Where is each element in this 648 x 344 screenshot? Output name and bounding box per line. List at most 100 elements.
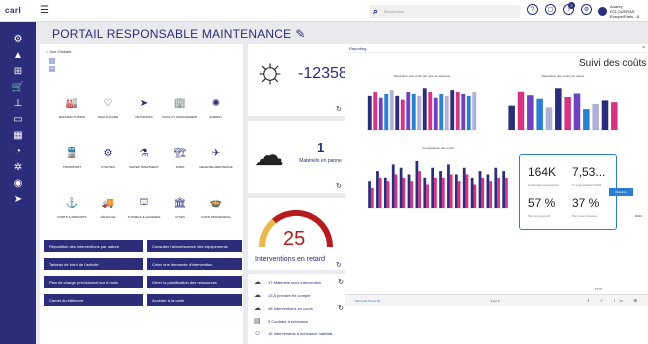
chart-bar[interactable]: [370, 187, 374, 208]
action-button[interactable]: Accéder à la carte: [147, 294, 242, 306]
chart-bar[interactable]: [536, 98, 543, 130]
chart-bar[interactable]: [472, 92, 477, 130]
summary-button[interactable]: Résumé: [609, 188, 633, 196]
collapse-button[interactable]: -: [49, 58, 55, 64]
tile[interactable]: ⚙ Utilities: [90, 145, 126, 185]
chart-bar[interactable]: [423, 177, 427, 208]
chart-bar[interactable]: [417, 95, 422, 130]
chart-bar[interactable]: [389, 90, 394, 130]
chart-bar[interactable]: [564, 96, 571, 130]
help-icon[interactable]: ?: [527, 4, 538, 15]
chart-bar[interactable]: [378, 97, 383, 130]
chart-bar[interactable]: [450, 90, 455, 130]
chart-bar[interactable]: [402, 177, 406, 208]
network-icon[interactable]: ⚙: [0, 32, 36, 48]
chart-bar[interactable]: [431, 167, 435, 208]
zoom-level[interactable]: 77 %: [595, 287, 602, 291]
tile[interactable]: ⚓ Ports & Airports: [54, 195, 90, 235]
refresh-icon[interactable]: ↻: [336, 182, 342, 190]
chart-bar[interactable]: [555, 88, 562, 130]
tile[interactable]: 🚚 Véhicule: [90, 195, 126, 235]
chart-bar[interactable]: [470, 177, 474, 208]
chart-bar[interactable]: [486, 174, 490, 208]
refresh-icon[interactable]: ↻: [336, 261, 342, 269]
chart-bar[interactable]: [428, 92, 433, 130]
close-icon[interactable]: ×: [642, 45, 645, 51]
action-button[interactable]: Carnet du bâtiment: [44, 294, 143, 306]
tile[interactable]: ✈ Defense Aerospace: [198, 145, 234, 185]
calculator-icon[interactable]: ▦: [0, 128, 36, 144]
chart-bar[interactable]: [583, 109, 590, 130]
powerbi-link[interactable]: Microsoft Power BI: [355, 299, 380, 303]
tile[interactable]: ⛫ Tunnels & Galeries: [126, 195, 162, 235]
chart-bar[interactable]: [461, 93, 466, 130]
chart-bar[interactable]: [368, 181, 371, 208]
send-icon[interactable]: ➤: [0, 192, 36, 208]
sitemap-icon[interactable]: ⊞: [0, 64, 36, 80]
tile[interactable]: 🚆 Transport: [54, 145, 90, 185]
list-item[interactable]: ▤ 0 Contrats à échéance: [254, 317, 344, 325]
cart-icon[interactable]: 🛒: [0, 80, 36, 96]
chart-bar[interactable]: [415, 161, 419, 208]
action-button[interactable]: Tableau de bord de l'activité: [44, 258, 143, 270]
chart-bar[interactable]: [400, 99, 405, 130]
list-item[interactable]: ☁ 13 A prendre en compte: [254, 291, 344, 299]
share-icons[interactable]: f ✓ in ✉: [588, 298, 642, 303]
chart-bar[interactable]: [434, 177, 437, 208]
list-item[interactable]: ☺ 16 Intervenants à échéance habilitat...: [254, 330, 344, 337]
bell-icon[interactable]: ▲: [0, 48, 36, 64]
tile[interactable]: ✺ Energy: [198, 95, 234, 135]
action-button[interactable]: Créer une demande d'intervention: [147, 258, 242, 270]
chart-bar[interactable]: [592, 103, 599, 130]
chart-bar[interactable]: [497, 177, 500, 208]
chart-bar[interactable]: [391, 164, 395, 208]
tile[interactable]: ♡ Healthcare: [90, 95, 126, 135]
chart-bar[interactable]: [439, 171, 442, 208]
chart-bar[interactable]: [395, 95, 400, 130]
chart-bar[interactable]: [508, 105, 515, 130]
chart-bar[interactable]: [447, 164, 450, 208]
chart-bar[interactable]: [422, 88, 427, 130]
chart-bar[interactable]: [373, 92, 378, 130]
chart-bar[interactable]: [455, 92, 460, 130]
window-icon[interactable]: ▢: [545, 4, 556, 15]
chart-bar[interactable]: [407, 174, 411, 208]
action-button[interactable]: Plan de charge prévisionnel sur 6 mois: [44, 276, 143, 288]
chart-bar[interactable]: [441, 177, 445, 208]
refresh-icon[interactable]: ↻: [338, 304, 344, 312]
list-item[interactable]: ☁ 17 Matériels sous intervention ↻: [254, 278, 344, 286]
chart-bar[interactable]: [494, 167, 498, 208]
chart-bar[interactable]: [545, 107, 553, 130]
chart-bar[interactable]: [367, 95, 372, 130]
search-input[interactable]: ⌕ Rechercher: [370, 5, 520, 18]
action-button[interactable]: Répartition des interventions par nature: [44, 240, 143, 252]
chart-bar[interactable]: [378, 177, 382, 208]
chart-bar[interactable]: [444, 95, 449, 130]
chart-bar[interactable]: [462, 167, 466, 208]
settings-icon[interactable]: ⚙: [581, 4, 592, 15]
chart-bar[interactable]: [573, 93, 581, 130]
chart-bar[interactable]: [489, 181, 493, 208]
chart-bar[interactable]: [465, 174, 469, 208]
refresh-icon[interactable]: ↻: [338, 278, 344, 286]
tile[interactable]: 🍲 Food Processing: [198, 195, 234, 235]
chart-bar[interactable]: [473, 184, 477, 208]
target-icon[interactable]: ◉: [0, 176, 36, 192]
chart-bar[interactable]: [505, 177, 508, 208]
tile[interactable]: 🏛 Cities: [162, 195, 198, 235]
chart-bar[interactable]: [384, 93, 389, 130]
chart-bar[interactable]: [411, 93, 416, 130]
id-card-icon[interactable]: ▭: [0, 112, 36, 128]
chart-bar[interactable]: [376, 171, 379, 208]
chart-bar[interactable]: [449, 174, 453, 208]
pie-icon[interactable]: ◔: [0, 144, 36, 160]
refresh-icon[interactable]: ↻: [336, 105, 342, 113]
settings-icon[interactable]: ✲: [0, 160, 36, 176]
chart-bar[interactable]: [601, 100, 609, 130]
tile[interactable]: 🏢 Facility Management: [162, 95, 198, 135]
chart-bar[interactable]: [478, 171, 482, 208]
page-indicator[interactable]: 4 sur 9: [490, 299, 499, 303]
year-filter[interactable]: 2023: [635, 214, 642, 218]
chart-bar[interactable]: [433, 97, 438, 130]
action-button[interactable]: Gérer la planification des ressources: [147, 276, 242, 288]
